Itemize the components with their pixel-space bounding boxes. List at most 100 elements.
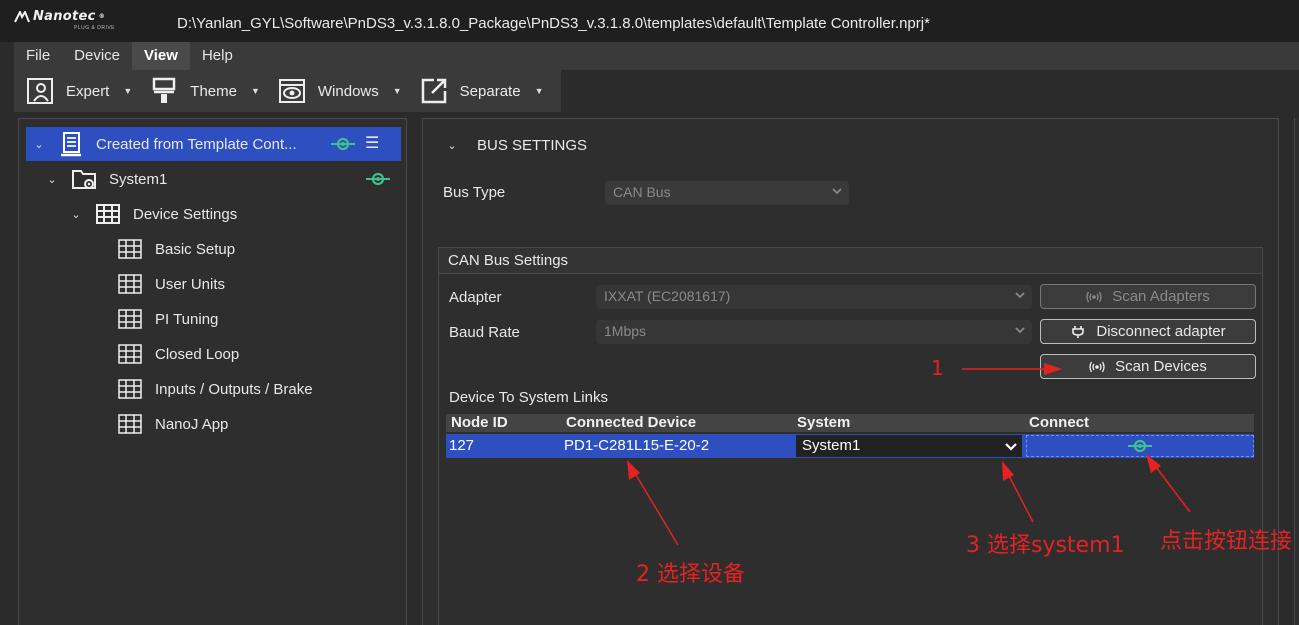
- baud-rate-select[interactable]: 1Mbps: [596, 320, 1032, 344]
- link-icon: [1128, 439, 1152, 453]
- table-icon: [118, 414, 142, 434]
- adapter-select[interactable]: IXXAT (EC2081617): [596, 285, 1032, 309]
- document-icon: [61, 132, 81, 157]
- bus-settings-header[interactable]: ⌄ BUS SETTINGS: [445, 137, 587, 154]
- hamburger-menu-icon[interactable]: ☰: [365, 133, 379, 153]
- chevron-down-icon[interactable]: ⌄: [32, 138, 46, 151]
- theme-caret-icon[interactable]: ▼: [251, 86, 260, 96]
- system-connected-link-icon: [366, 172, 390, 186]
- scan-devices-button[interactable]: Scan Devices: [1040, 354, 1256, 379]
- tree-item-device-settings[interactable]: ⌄ Device Settings: [69, 197, 237, 231]
- can-bus-settings-title: CAN Bus Settings: [439, 248, 1262, 274]
- annotation-step-1: 1: [931, 356, 944, 380]
- tree-item-system1[interactable]: ⌄ System1: [45, 162, 167, 196]
- tree-root-item[interactable]: ⌄ Created from Template Cont... ☰: [26, 127, 401, 161]
- chevron-down-icon[interactable]: ⌄: [445, 139, 459, 152]
- project-tree-panel: ⌄ Created from Template Cont... ☰ ⌄ Syst…: [18, 118, 407, 625]
- grid-icon: [96, 204, 120, 224]
- menu-file[interactable]: File: [14, 42, 62, 70]
- tree-item-user-units[interactable]: User Units: [105, 267, 225, 301]
- window-title-path: D:\Yanlan_GYL\Software\PnDS3_v.3.1.8.0_P…: [177, 15, 930, 32]
- broadcast-icon: [1086, 291, 1102, 302]
- bus-settings-title: BUS SETTINGS: [477, 137, 588, 154]
- tree-closed-loop-label: Closed Loop: [155, 345, 240, 363]
- connected-link-icon: [331, 137, 355, 151]
- tree-inputs-outputs-label: Inputs / Outputs / Brake: [155, 380, 313, 398]
- node-id-cell: 127: [449, 437, 475, 454]
- expert-icon: [27, 78, 53, 104]
- separate-label: Separate: [459, 82, 521, 100]
- menu-device[interactable]: Device: [62, 42, 132, 70]
- connected-device-cell[interactable]: PD1-C281L15-E-20-2: [564, 437, 709, 454]
- logo-text: Nanotec: [33, 9, 96, 24]
- annotation-step-2: 2 选择设备: [636, 562, 745, 587]
- folder-gear-icon: [72, 170, 96, 189]
- table-row[interactable]: 127 PD1-C281L15-E-20-2 System1: [446, 434, 1254, 458]
- device-links-title: Device To System Links: [449, 389, 608, 406]
- tree-nanoj-app-label: NanoJ App: [155, 415, 229, 433]
- table-icon: [118, 309, 142, 329]
- adapter-label: Adapter: [449, 289, 502, 306]
- theme-label: Theme: [190, 82, 237, 100]
- bus-type-label: Bus Type: [443, 184, 506, 201]
- expert-button[interactable]: Expert ▼: [14, 70, 138, 112]
- tree-item-closed-loop[interactable]: Closed Loop: [105, 337, 239, 371]
- tree-item-nanoj-app[interactable]: NanoJ App: [105, 407, 228, 441]
- tree-item-basic-setup[interactable]: Basic Setup: [105, 232, 235, 266]
- broadcast-icon: [1089, 361, 1105, 372]
- plug-icon: [1072, 325, 1085, 338]
- separate-button[interactable]: Separate ▼: [408, 70, 550, 112]
- logo-tagline: PLUG & DRIVE: [74, 25, 116, 31]
- external-window-icon: [421, 78, 446, 104]
- expert-label: Expert: [66, 82, 110, 100]
- chevron-down-icon: [1015, 292, 1025, 299]
- tree-user-units-label: User Units: [155, 275, 226, 293]
- separate-caret-icon[interactable]: ▼: [535, 86, 544, 96]
- tree-item-pi-tuning[interactable]: PI Tuning: [105, 302, 218, 336]
- view-toolbar: Expert ▼ Theme ▼ Windows ▼ Separate ▼: [14, 70, 561, 112]
- chevron-down-icon: [1005, 443, 1017, 451]
- menu-bar: File Device View Help: [14, 42, 1299, 70]
- table-icon: [118, 379, 142, 399]
- annotation-step-4: 点击按钮连接: [1160, 529, 1293, 554]
- tree-basic-setup-label: Basic Setup: [155, 240, 236, 258]
- system-select-value: System1: [802, 437, 861, 454]
- bus-type-value: CAN Bus: [613, 184, 671, 200]
- windows-label: Windows: [317, 82, 379, 100]
- nanotec-logo-icon: [14, 10, 30, 22]
- theme-button[interactable]: Theme ▼: [138, 70, 266, 112]
- annotation-step-3: 3 选择system1: [966, 533, 1125, 558]
- windows-caret-icon[interactable]: ▼: [393, 86, 402, 96]
- table-icon: [118, 274, 142, 294]
- windows-button[interactable]: Windows ▼: [266, 70, 408, 112]
- col-system: System: [797, 414, 851, 431]
- tree-item-inputs-outputs-brake[interactable]: Inputs / Outputs / Brake: [105, 372, 313, 406]
- table-icon: [118, 239, 142, 259]
- tree-pi-tuning-label: PI Tuning: [155, 310, 219, 328]
- connect-button[interactable]: [1026, 435, 1254, 457]
- expert-caret-icon[interactable]: ▼: [123, 86, 132, 96]
- tree-system1-label: System1: [109, 170, 168, 188]
- col-connected-device: Connected Device: [566, 414, 697, 431]
- can-bus-settings-group: CAN Bus Settings Adapter IXXAT (EC208161…: [438, 247, 1263, 625]
- tree-root-label: Created from Template Cont...: [96, 135, 297, 153]
- adapter-value: IXXAT (EC2081617): [604, 288, 731, 304]
- chevron-down-icon[interactable]: ⌄: [69, 208, 83, 221]
- app-logo: Nanotec ® PLUG & DRIVE: [14, 9, 115, 31]
- scan-adapters-label: Scan Adapters: [1112, 288, 1210, 305]
- paint-roller-icon: [153, 77, 176, 103]
- disconnect-adapter-label: Disconnect adapter: [1096, 323, 1226, 340]
- chevron-down-icon[interactable]: ⌄: [45, 173, 59, 186]
- tree-device-settings-label: Device Settings: [133, 205, 238, 223]
- chevron-down-icon: [832, 188, 842, 195]
- title-bar: Nanotec ® PLUG & DRIVE D:\Yanlan_GYL\Sof…: [0, 0, 1299, 42]
- right-panel-edge: [1294, 118, 1299, 625]
- bus-type-select[interactable]: CAN Bus: [605, 181, 849, 205]
- system-select[interactable]: System1: [796, 435, 1022, 457]
- bus-settings-panel: ⌄ BUS SETTINGS Bus Type CAN Bus CAN Bus …: [422, 118, 1279, 625]
- col-node-id: Node ID: [451, 414, 508, 431]
- scan-adapters-button[interactable]: Scan Adapters: [1040, 284, 1256, 309]
- menu-view[interactable]: View: [132, 42, 190, 70]
- menu-help[interactable]: Help: [190, 42, 245, 70]
- disconnect-adapter-button[interactable]: Disconnect adapter: [1040, 319, 1256, 344]
